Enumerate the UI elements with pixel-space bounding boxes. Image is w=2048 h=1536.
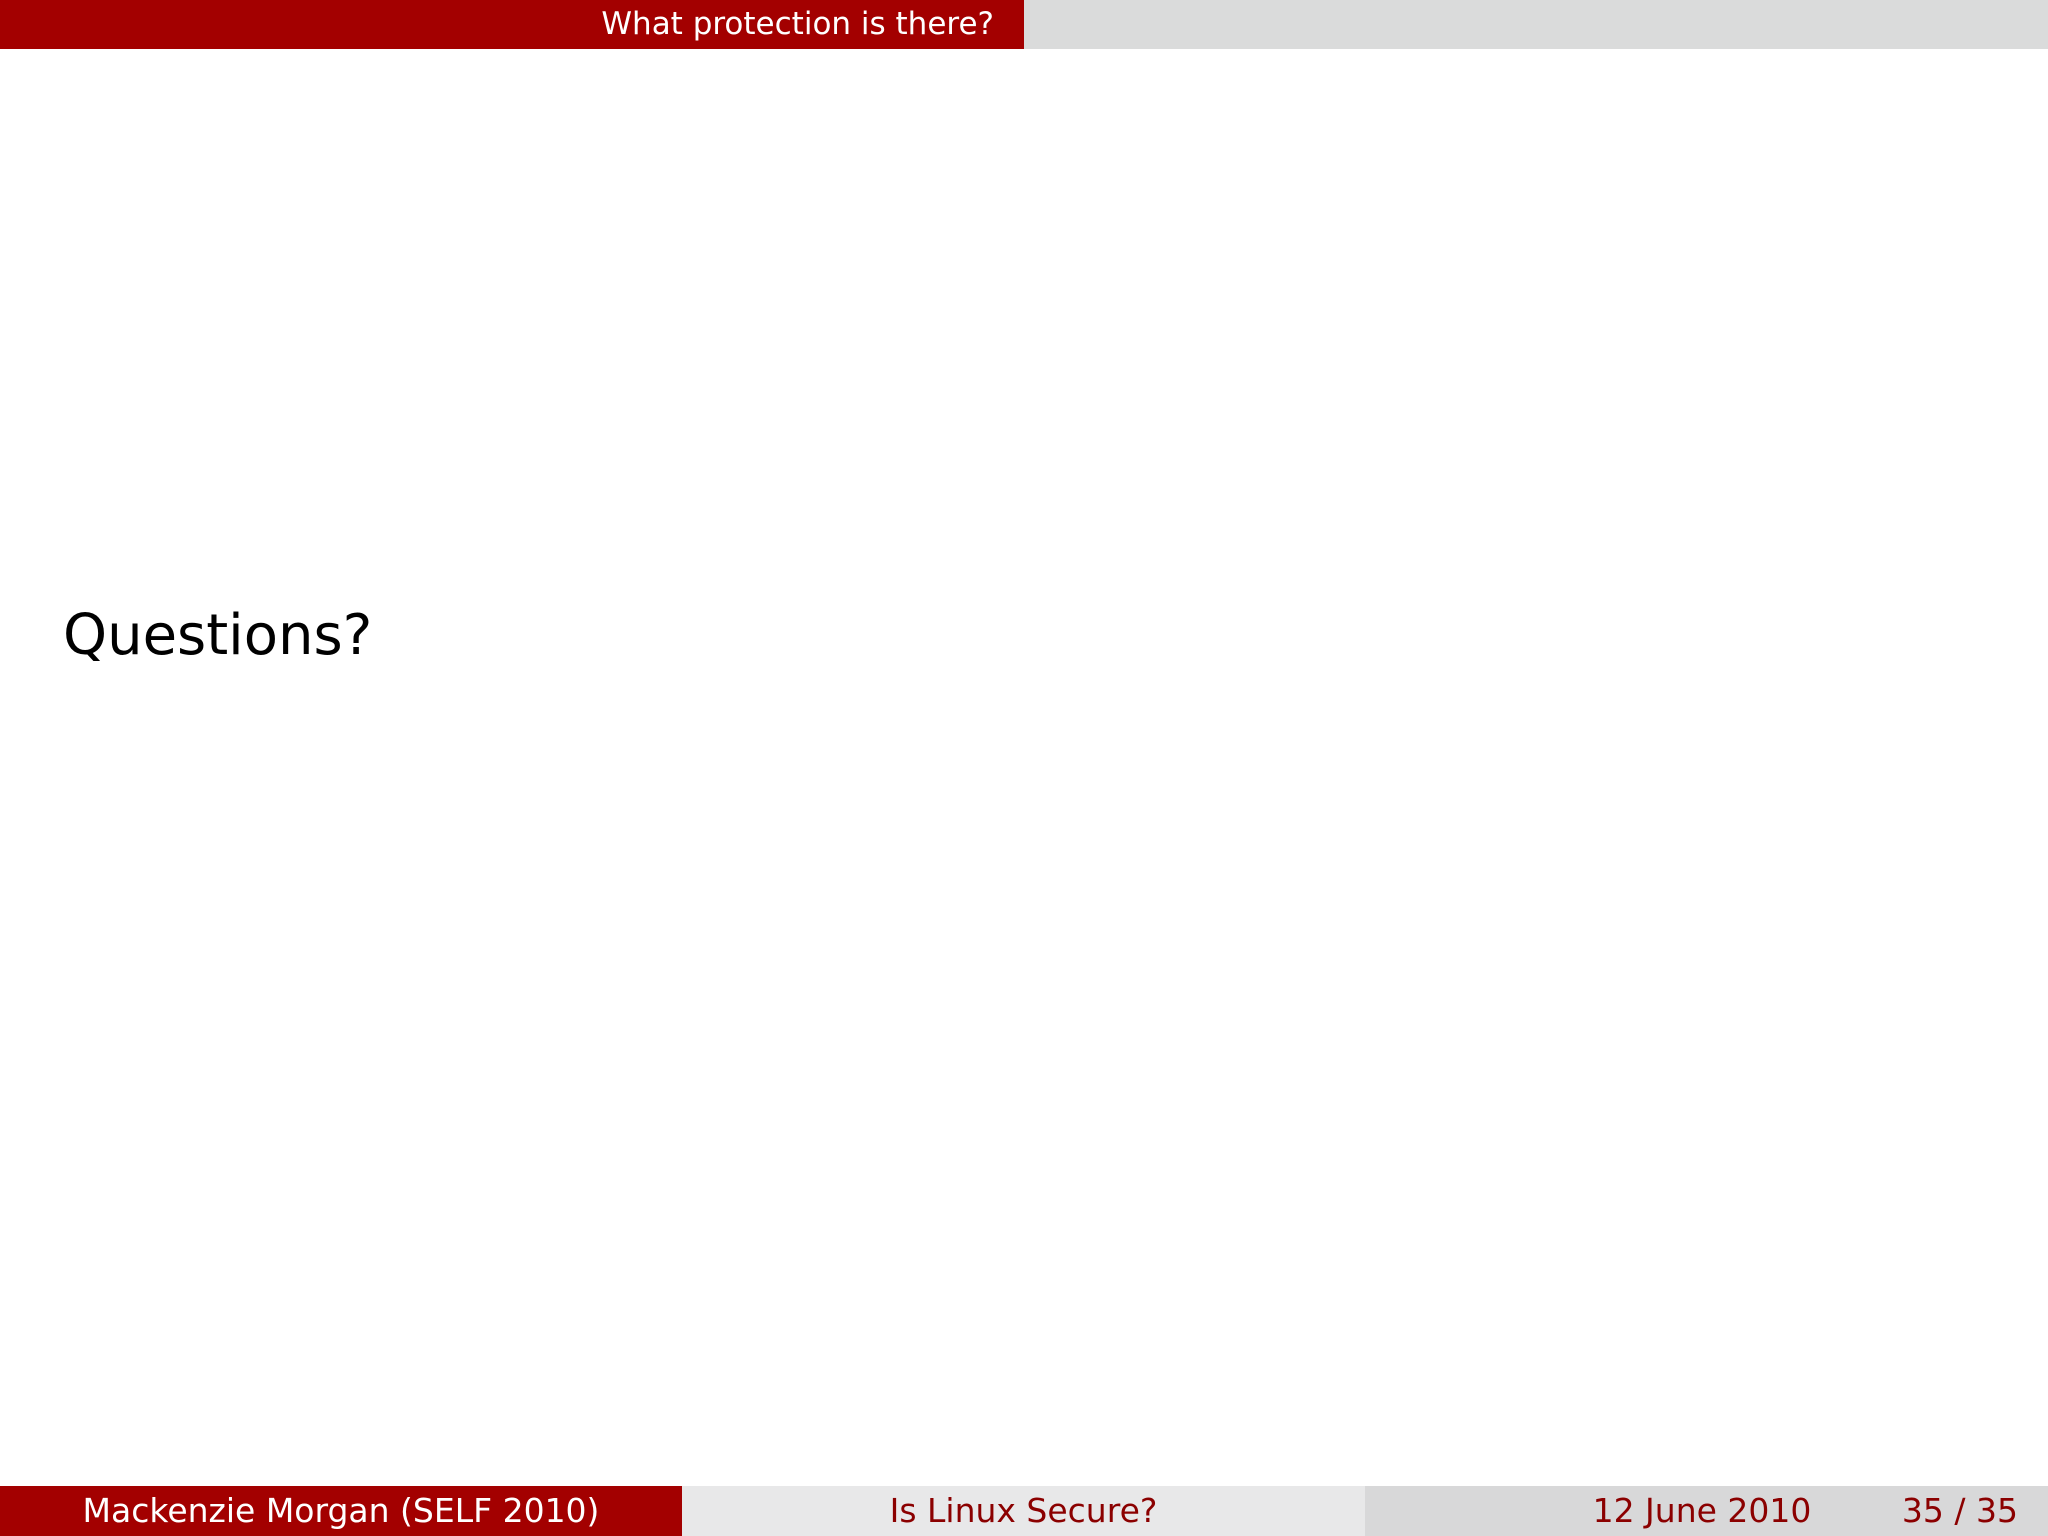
footer-date: 12 June 2010 (1592, 1491, 1812, 1530)
footer-title: Is Linux Secure? (682, 1486, 1365, 1536)
headline-bar: What protection is there? (0, 0, 2048, 49)
slide-body-text: Questions? (63, 603, 373, 668)
footline-bar: Mackenzie Morgan (SELF 2010) Is Linux Se… (0, 1486, 2048, 1536)
footer-author: Mackenzie Morgan (SELF 2010) (0, 1486, 682, 1536)
section-title[interactable]: What protection is there? (0, 0, 1024, 49)
footer-page-number: 35 / 35 (1901, 1491, 2018, 1530)
headline-filler (1024, 0, 2048, 49)
footer-meta: 12 June 2010 35 / 35 (1365, 1486, 2048, 1536)
